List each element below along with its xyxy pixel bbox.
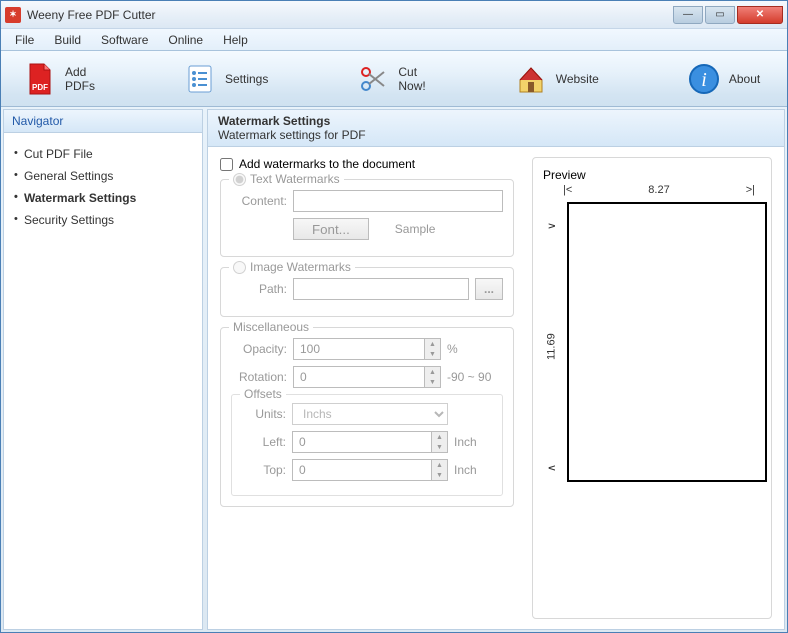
add-watermark-row: Add watermarks to the document xyxy=(220,157,514,171)
house-icon xyxy=(514,62,548,96)
menu-build[interactable]: Build xyxy=(46,31,89,49)
toolbar-add-pdfs[interactable]: PDF Add PDFs xyxy=(9,58,109,100)
app-window: ✶ Weeny Free PDF Cutter — ▭ ✕ File Build… xyxy=(0,0,788,633)
preview-legend: Preview xyxy=(543,168,761,182)
pdf-icon: PDF xyxy=(23,62,57,96)
settings-column: Add watermarks to the document Text Wate… xyxy=(220,157,514,619)
toolbar-label: About xyxy=(729,72,760,86)
menu-software[interactable]: Software xyxy=(93,31,156,49)
ruler-right-mark: >| xyxy=(746,184,755,196)
image-watermarks-group: Image Watermarks Path: ... xyxy=(220,267,514,317)
offsets-group: Offsets Units: Inchs Left: xyxy=(231,394,503,496)
text-watermarks-legend: Text Watermarks xyxy=(229,172,344,186)
add-watermark-checkbox[interactable] xyxy=(220,158,233,171)
content: Add watermarks to the document Text Wate… xyxy=(208,147,784,629)
panel-header: Watermark Settings Watermark settings fo… xyxy=(208,110,784,147)
window-controls: — ▭ ✕ xyxy=(673,6,783,24)
opacity-input[interactable] xyxy=(293,338,441,360)
left-input[interactable] xyxy=(292,431,448,453)
offsets-legend: Offsets xyxy=(240,387,286,401)
text-watermarks-radio[interactable] xyxy=(233,173,246,186)
misc-legend: Miscellaneous xyxy=(229,320,313,334)
left-suffix: Inch xyxy=(454,435,494,449)
preview-group: Preview |< 8.27 >| ∧ 11.69 ∨ xyxy=(532,157,772,619)
titlebar: ✶ Weeny Free PDF Cutter — ▭ ✕ xyxy=(1,1,787,29)
add-watermark-label: Add watermarks to the document xyxy=(239,157,415,171)
ruler-left-mark: |< xyxy=(563,184,572,196)
rotation-input[interactable] xyxy=(293,366,441,388)
ruler-vertical: ∧ 11.69 ∨ xyxy=(545,222,558,472)
misc-group: Miscellaneous Opacity: ▲▼ % Rotation: xyxy=(220,327,514,507)
preview-area: |< 8.27 >| ∧ 11.69 ∨ xyxy=(543,182,761,482)
preview-width: 8.27 xyxy=(648,184,669,196)
left-spinner[interactable]: ▲▼ xyxy=(431,432,447,452)
top-label: Top: xyxy=(240,463,286,477)
toolbar-website[interactable]: Website xyxy=(500,58,613,100)
ruler-top-mark: ∧ xyxy=(545,464,558,472)
main-panel: Watermark Settings Watermark settings fo… xyxy=(207,109,785,630)
navigator-header: Navigator xyxy=(4,110,202,133)
rotation-suffix: -90 ~ 90 xyxy=(447,370,503,384)
body: Navigator Cut PDF File General Settings … xyxy=(1,107,787,632)
close-button[interactable]: ✕ xyxy=(737,6,783,24)
ruler-bottom-mark: ∨ xyxy=(545,222,558,230)
font-button[interactable]: Font... xyxy=(293,218,369,240)
toolbar-label: Cut Now! xyxy=(398,65,425,93)
maximize-button[interactable]: ▭ xyxy=(705,6,735,24)
path-label: Path: xyxy=(231,282,287,296)
units-select[interactable]: Inchs xyxy=(292,403,448,425)
browse-button[interactable]: ... xyxy=(475,278,503,300)
toolbar: PDF Add PDFs Settings Cut Now! Website i… xyxy=(1,51,787,107)
nav-security-settings[interactable]: Security Settings xyxy=(10,209,196,231)
svg-text:PDF: PDF xyxy=(32,83,48,92)
image-watermarks-legend: Image Watermarks xyxy=(229,260,355,274)
opacity-spinner[interactable]: ▲▼ xyxy=(424,339,440,359)
nav-watermark-settings[interactable]: Watermark Settings xyxy=(10,187,196,209)
top-input[interactable] xyxy=(292,459,448,481)
svg-text:i: i xyxy=(701,69,707,91)
top-suffix: Inch xyxy=(454,463,494,477)
toolbar-settings[interactable]: Settings xyxy=(169,58,282,100)
opacity-suffix: % xyxy=(447,342,503,356)
nav-cut-pdf[interactable]: Cut PDF File xyxy=(10,143,196,165)
panel-title: Watermark Settings xyxy=(218,114,774,128)
path-input[interactable] xyxy=(293,278,469,300)
menu-online[interactable]: Online xyxy=(160,31,211,49)
toolbar-cut[interactable]: Cut Now! xyxy=(342,58,439,100)
scissors-icon xyxy=(356,62,390,96)
content-input[interactable] xyxy=(293,190,503,212)
left-label: Left: xyxy=(240,435,286,449)
sample-label: Sample xyxy=(395,222,436,236)
content-label: Content: xyxy=(231,194,287,208)
panel-subtitle: Watermark settings for PDF xyxy=(218,128,774,142)
units-label: Units: xyxy=(240,407,286,421)
toolbar-label: Website xyxy=(556,72,599,86)
navigator-panel: Navigator Cut PDF File General Settings … xyxy=(3,109,203,630)
preview-height: 11.69 xyxy=(546,334,558,361)
toolbar-label: Add PDFs xyxy=(65,65,95,93)
rotation-spinner[interactable]: ▲▼ xyxy=(424,367,440,387)
text-watermarks-group: Text Watermarks Content: Font... Sample xyxy=(220,179,514,257)
ruler-horizontal: |< 8.27 >| xyxy=(563,184,755,196)
toolbar-label: Settings xyxy=(225,72,268,86)
info-icon: i xyxy=(687,62,721,96)
menu-help[interactable]: Help xyxy=(215,31,256,49)
navigator-list: Cut PDF File General Settings Watermark … xyxy=(4,133,202,241)
rotation-label: Rotation: xyxy=(231,370,287,384)
opacity-label: Opacity: xyxy=(231,342,287,356)
nav-general-settings[interactable]: General Settings xyxy=(10,165,196,187)
top-spinner[interactable]: ▲▼ xyxy=(431,460,447,480)
minimize-button[interactable]: — xyxy=(673,6,703,24)
text-watermarks-legend-label: Text Watermarks xyxy=(250,172,340,186)
image-watermarks-legend-label: Image Watermarks xyxy=(250,260,351,274)
window-title: Weeny Free PDF Cutter xyxy=(27,8,673,22)
app-icon: ✶ xyxy=(5,7,21,23)
image-watermarks-radio[interactable] xyxy=(233,261,246,274)
settings-icon xyxy=(183,62,217,96)
toolbar-about[interactable]: i About xyxy=(673,58,774,100)
menubar: File Build Software Online Help xyxy=(1,29,787,51)
menu-file[interactable]: File xyxy=(7,31,42,49)
preview-page xyxy=(567,202,767,482)
